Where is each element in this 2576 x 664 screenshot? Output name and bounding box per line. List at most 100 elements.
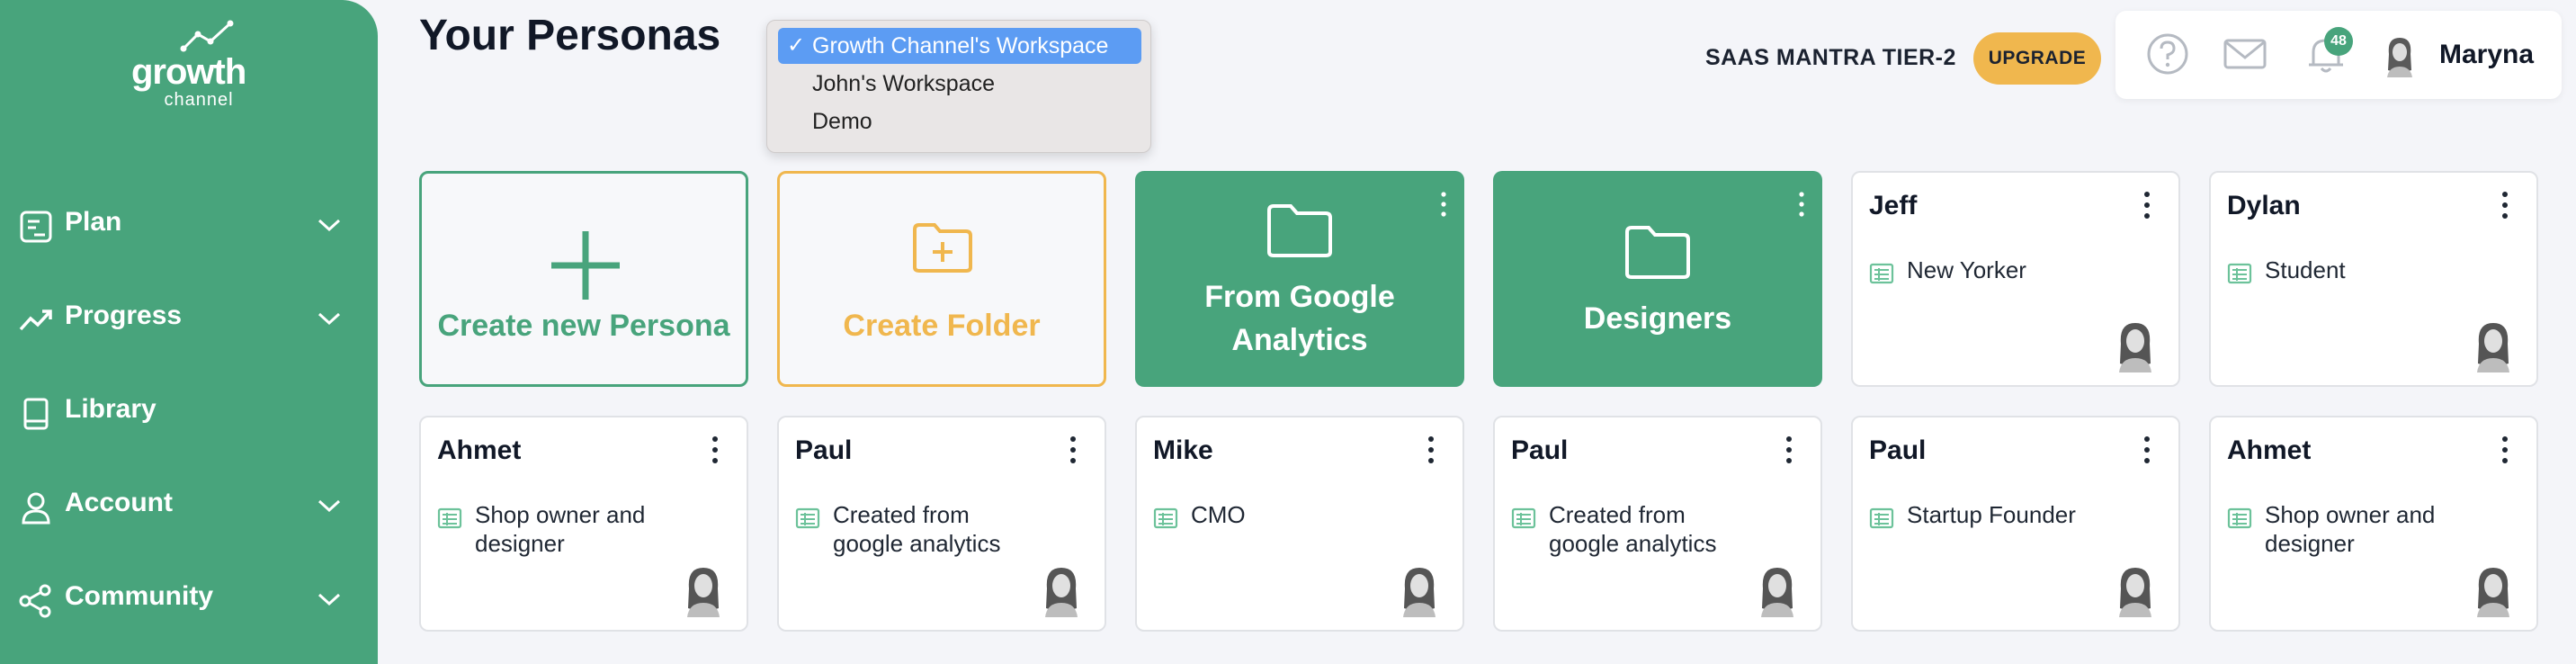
create-folder-label: Create Folder [843,309,1041,343]
folder-label-line: Designers [1583,301,1732,336]
folder-icon [1625,226,1690,279]
persona-card[interactable]: Paul Created from google analytics [777,416,1106,632]
persona-card[interactable]: Jeff New Yorker [1851,171,2180,387]
persona-card[interactable]: Ahmet Shop owner and designer [419,416,748,632]
sidebar-item-account[interactable]: Account [0,470,378,542]
logo-wordmark: growth [131,52,246,92]
persona-description: Created from google analytics [1549,501,1717,557]
folder-label-line: Analytics [1231,323,1368,357]
user-icon [22,492,50,525]
persona-card[interactable]: Ahmet Shop owner and designer [2209,416,2538,632]
persona-details-icon [1511,507,1536,529]
chevron-down-icon [318,499,341,513]
upgrade-button[interactable]: UPGRADE [1973,32,2101,85]
workspace-option[interactable]: ✓ Growth Channel's Workspace [778,28,1141,64]
user-avatar[interactable] [2382,34,2418,77]
persona-name: Jeff [1869,191,1918,220]
folder-label-line: From Google [1204,280,1395,314]
folder-label: From Google Analytics [1144,275,1455,362]
persona-name: Paul [1869,435,1927,465]
help-icon[interactable] [2144,31,2191,77]
more-options-icon[interactable] [2500,191,2509,220]
workspace-dropdown[interactable]: ✓ Growth Channel's Workspace John's Work… [766,20,1151,153]
folder-card[interactable]: Designers [1493,171,1822,387]
create-persona-card[interactable]: Create new Persona [419,171,748,387]
more-options-icon[interactable] [1069,435,1078,464]
more-options-icon[interactable] [2142,435,2151,464]
persona-description: Startup Founder [1907,501,2076,528]
sidebar-item-progress[interactable]: Progress [0,283,378,354]
persona-details-icon [795,507,820,529]
persona-avatar [687,568,720,617]
mail-icon[interactable] [2222,31,2268,77]
folder-icon [1267,204,1332,257]
logo-chart-icon [180,20,234,52]
create-folder-card[interactable]: Create Folder [777,171,1106,387]
workspace-option-label: Growth Channel's Workspace [812,33,1109,58]
notification-count-badge: 48 [2324,27,2353,56]
workspace-option[interactable]: Demo [778,103,1141,139]
folder-card[interactable]: From Google Analytics [1135,171,1464,387]
sidebar-item-label: Progress [65,301,183,330]
sidebar-item-label: Plan [65,207,122,237]
more-options-icon[interactable] [1784,435,1793,464]
sidebar-item-community[interactable]: Community [0,563,378,635]
persona-description: Shop owner and designer [2265,501,2436,557]
chevron-down-icon [318,219,341,232]
persona-details-icon [1869,507,1894,529]
more-options-icon[interactable] [1439,191,1448,218]
persona-card[interactable]: Dylan Student [2209,171,2538,387]
persona-avatar [2119,323,2151,372]
workspace-option[interactable]: John's Workspace [778,66,1141,102]
plan-tier-label: SAAS MANTRA TIER-2 [1705,45,1956,70]
persona-avatar [2119,568,2151,617]
checkmark-icon: ✓ [787,33,806,58]
persona-details-icon [1153,507,1178,529]
persona-description: New Yorker [1907,256,2026,283]
create-persona-label: Create new Persona [437,309,730,343]
more-options-icon[interactable] [2142,191,2151,220]
persona-description: Student [2265,256,2346,283]
more-options-icon[interactable] [711,435,720,464]
persona-details-icon [437,507,462,529]
sidebar-item-library[interactable]: Library [0,376,378,448]
persona-card[interactable]: Paul Created from google analytics [1493,416,1822,632]
sidebar-item-label: Library [65,394,157,424]
sidebar-item-label: Community [65,581,213,611]
persona-card[interactable]: Mike CMO [1135,416,1464,632]
more-options-icon[interactable] [2500,435,2509,464]
more-options-icon[interactable] [1797,191,1806,218]
persona-card[interactable]: Paul Startup Founder [1851,416,2180,632]
plus-icon [551,231,620,300]
persona-name: Paul [1511,435,1569,465]
persona-avatar [1403,568,1436,617]
book-icon [23,398,49,430]
share-icon [19,584,51,618]
persona-avatar [1761,568,1793,617]
page-title: Your Personas [419,12,721,59]
logo-subtitle: channel [164,90,234,110]
more-options-icon[interactable] [1427,435,1436,464]
persona-description: CMO [1191,501,1246,528]
chevron-down-icon [318,593,341,606]
progress-icon [19,310,52,331]
persona-details-icon [2227,263,2252,284]
workspace-option-label: Demo [812,109,872,134]
persona-description: Shop owner and designer [475,501,646,557]
workspace-option-label: John's Workspace [812,71,996,96]
growth-channel-logo[interactable]: growth channel [131,18,246,110]
sidebar-item-plan[interactable]: Plan [0,189,378,261]
persona-name: Mike [1153,435,1213,465]
persona-avatar [1045,568,1078,617]
user-name[interactable]: Maryna [2439,40,2534,70]
sidebar-item-label: Account [65,488,173,517]
persona-name: Ahmet [2227,435,2312,465]
folder-plus-icon [913,223,972,273]
sidebar: growth channel Plan Progress Library Acc… [0,0,378,664]
plan-icon [20,211,52,243]
folder-label: Designers [1502,297,1813,340]
persona-description: Created from google analytics [833,501,1001,557]
persona-details-icon [1869,263,1894,284]
persona-name: Dylan [2227,191,2301,220]
persona-avatar [2477,323,2509,372]
